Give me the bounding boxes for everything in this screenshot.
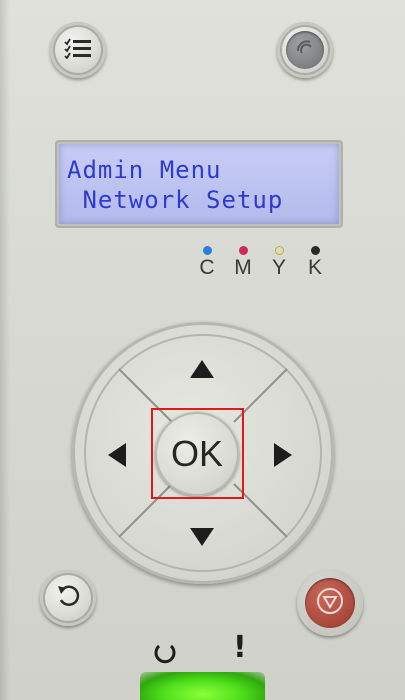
back-button[interactable] [40, 570, 96, 626]
ready-icon [152, 640, 178, 666]
down-arrow-button[interactable] [190, 528, 214, 546]
wifi-button[interactable] [277, 22, 333, 78]
panel-edge-shadow [0, 0, 10, 700]
ink-dot-k [310, 246, 320, 255]
ink-label-k: K [307, 256, 322, 279]
menu-button[interactable] [50, 22, 106, 78]
stop-icon [315, 586, 345, 620]
ink-label-c: C [199, 256, 215, 279]
ink-label-y: Y [271, 256, 286, 279]
back-arrow-icon [54, 582, 82, 614]
ink-indicator-m: M [232, 246, 254, 279]
stop-button-face [305, 578, 355, 628]
error-icon: ! [233, 630, 247, 665]
wifi-button-face [286, 31, 324, 69]
ink-indicator-c: C [196, 246, 218, 279]
ok-button-highlight [151, 408, 244, 499]
lcd-frame: Admin Menu Network Setup [55, 140, 343, 228]
ink-indicator-y: Y [268, 246, 290, 279]
wifi-icon [295, 38, 315, 62]
ink-indicator-k: K [304, 246, 326, 279]
up-arrow-button[interactable] [190, 360, 214, 378]
lcd-display: Admin Menu Network Setup [59, 144, 339, 224]
stop-button[interactable] [297, 570, 363, 636]
lcd-line-1: Admin Menu [67, 156, 222, 184]
right-arrow-button[interactable] [274, 443, 292, 467]
ink-dot-c [202, 246, 212, 255]
left-arrow-button[interactable] [108, 443, 126, 467]
lcd-line-2: Network Setup [67, 186, 284, 214]
status-led-green [140, 672, 265, 700]
ink-dot-m [238, 246, 248, 255]
menu-list-icon [63, 37, 93, 63]
ink-label-m: M [234, 256, 252, 279]
ink-dot-y [274, 246, 284, 255]
